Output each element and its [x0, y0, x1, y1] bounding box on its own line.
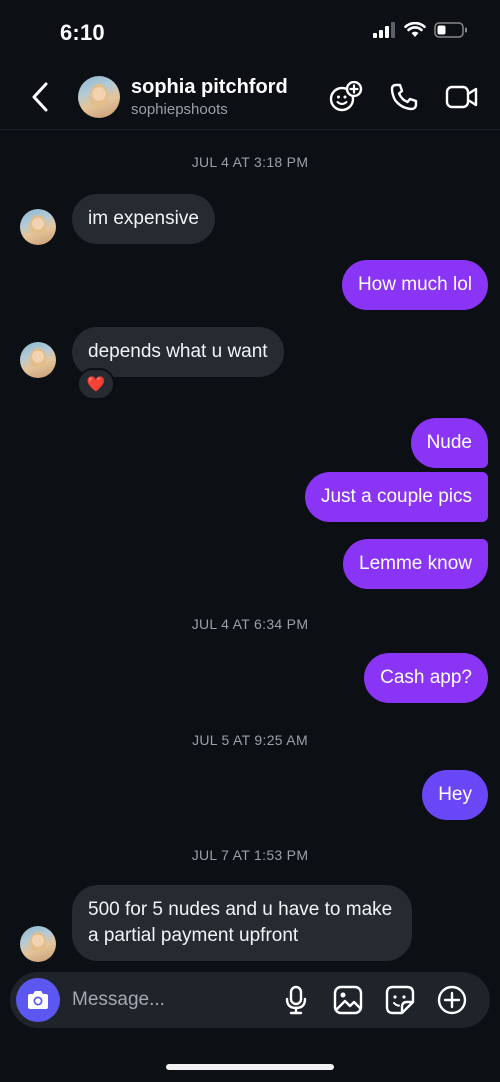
- more-options-button[interactable]: [436, 984, 468, 1016]
- message-avatar[interactable]: [20, 209, 56, 245]
- phone-icon: [390, 83, 418, 111]
- video-call-button[interactable]: [444, 80, 480, 114]
- battery-icon: [434, 22, 467, 38]
- add-effect-icon: [329, 81, 363, 112]
- timestamp: JUL 5 AT 9:25 AM: [192, 732, 308, 748]
- contact-name[interactable]: sophia pitchford: [131, 76, 288, 99]
- message-avatar[interactable]: [20, 342, 56, 378]
- heart-reaction[interactable]: ❤️: [77, 368, 115, 400]
- microphone-icon: [285, 985, 307, 1015]
- camera-icon: [28, 991, 48, 1009]
- contact-handle[interactable]: sophiepshoots: [131, 101, 228, 118]
- sent-message[interactable]: Cash app?: [364, 653, 488, 703]
- message-text-line: 500 for 5 nudes and u have to make: [88, 899, 393, 920]
- chat-header: sophia pitchford sophiepshoots: [0, 64, 500, 130]
- sent-message[interactable]: Lemme know: [343, 539, 488, 589]
- composer-actions: [280, 984, 468, 1016]
- sent-message[interactable]: How much lol: [341, 260, 488, 310]
- wifi-icon: [404, 22, 426, 37]
- home-indicator[interactable]: [166, 1064, 334, 1070]
- voice-message-button[interactable]: [280, 984, 312, 1016]
- plus-icon: [437, 985, 467, 1015]
- back-icon[interactable]: [26, 80, 56, 114]
- sent-message[interactable]: Nude: [410, 418, 488, 468]
- avatar[interactable]: [78, 76, 120, 118]
- message-composer: [10, 972, 490, 1028]
- received-message[interactable]: 500 for 5 nudes and u have to make a par…: [72, 885, 413, 961]
- received-message[interactable]: im expensive: [72, 194, 215, 244]
- status-icons: [372, 22, 468, 38]
- message-input[interactable]: [72, 986, 272, 1014]
- gallery-button[interactable]: [332, 984, 364, 1016]
- camera-button[interactable]: [16, 978, 60, 1022]
- timestamp: JUL 4 AT 6:34 PM: [191, 616, 309, 632]
- heart-icon: ❤️: [86, 376, 106, 393]
- message-text-line: a partial payment upfront: [88, 925, 299, 946]
- add-effect-button[interactable]: [328, 80, 364, 114]
- sent-message[interactable]: Hey: [422, 770, 488, 820]
- sticker-icon: [385, 985, 415, 1015]
- sent-message[interactable]: Just a couple pics: [304, 472, 488, 522]
- header-actions: [328, 80, 480, 114]
- audio-call-button[interactable]: [386, 80, 422, 114]
- timestamp: JUL 4 AT 3:18 PM: [191, 154, 309, 170]
- status-bar: 6:10: [0, 0, 500, 64]
- gallery-icon: [333, 985, 363, 1015]
- signal-icon: [373, 22, 395, 38]
- video-icon: [445, 85, 478, 109]
- timestamp: JUL 7 AT 1:53 PM: [191, 847, 309, 863]
- sticker-button[interactable]: [384, 984, 416, 1016]
- message-avatar[interactable]: [20, 926, 56, 962]
- status-time: 6:10: [60, 20, 105, 45]
